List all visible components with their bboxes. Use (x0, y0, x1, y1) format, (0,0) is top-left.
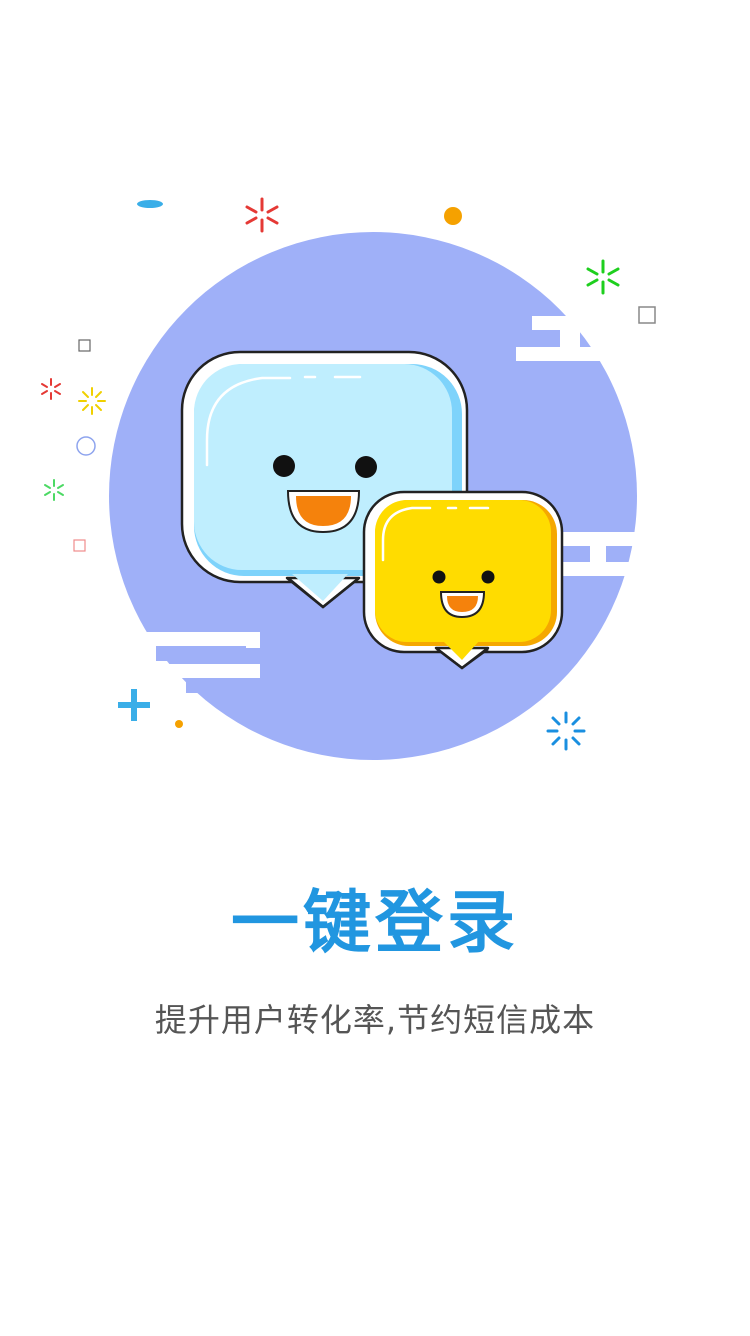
blue-dash-decoration (137, 200, 163, 208)
green-sparkle-icon (586, 259, 620, 295)
onboarding-illustration (41, 197, 656, 760)
page-subtitle: 提升用户转化率,节约短信成本 (154, 1001, 596, 1039)
small-chat-bubble (362, 490, 564, 670)
small-bubble-left-eye (432, 570, 446, 584)
large-bubble-right-eye (355, 456, 377, 478)
red-sparkle-icon (245, 197, 279, 233)
small-green-sparkle-icon (44, 479, 64, 501)
small-red-sparkle-icon (41, 378, 61, 400)
orange-dot-decoration (444, 207, 462, 225)
small-bubble-right-eye (481, 570, 495, 584)
small-square-outline-decoration (78, 339, 91, 352)
small-orange-dot-decoration (175, 720, 183, 728)
page-title: 一键登录 (230, 884, 519, 963)
plus-icon (118, 689, 150, 721)
blue-burst-icon (546, 711, 586, 751)
pink-square-outline-decoration (73, 539, 86, 552)
large-bubble-left-eye (273, 455, 295, 477)
yellow-burst-icon (78, 387, 106, 415)
circle-outline-decoration (76, 436, 96, 456)
